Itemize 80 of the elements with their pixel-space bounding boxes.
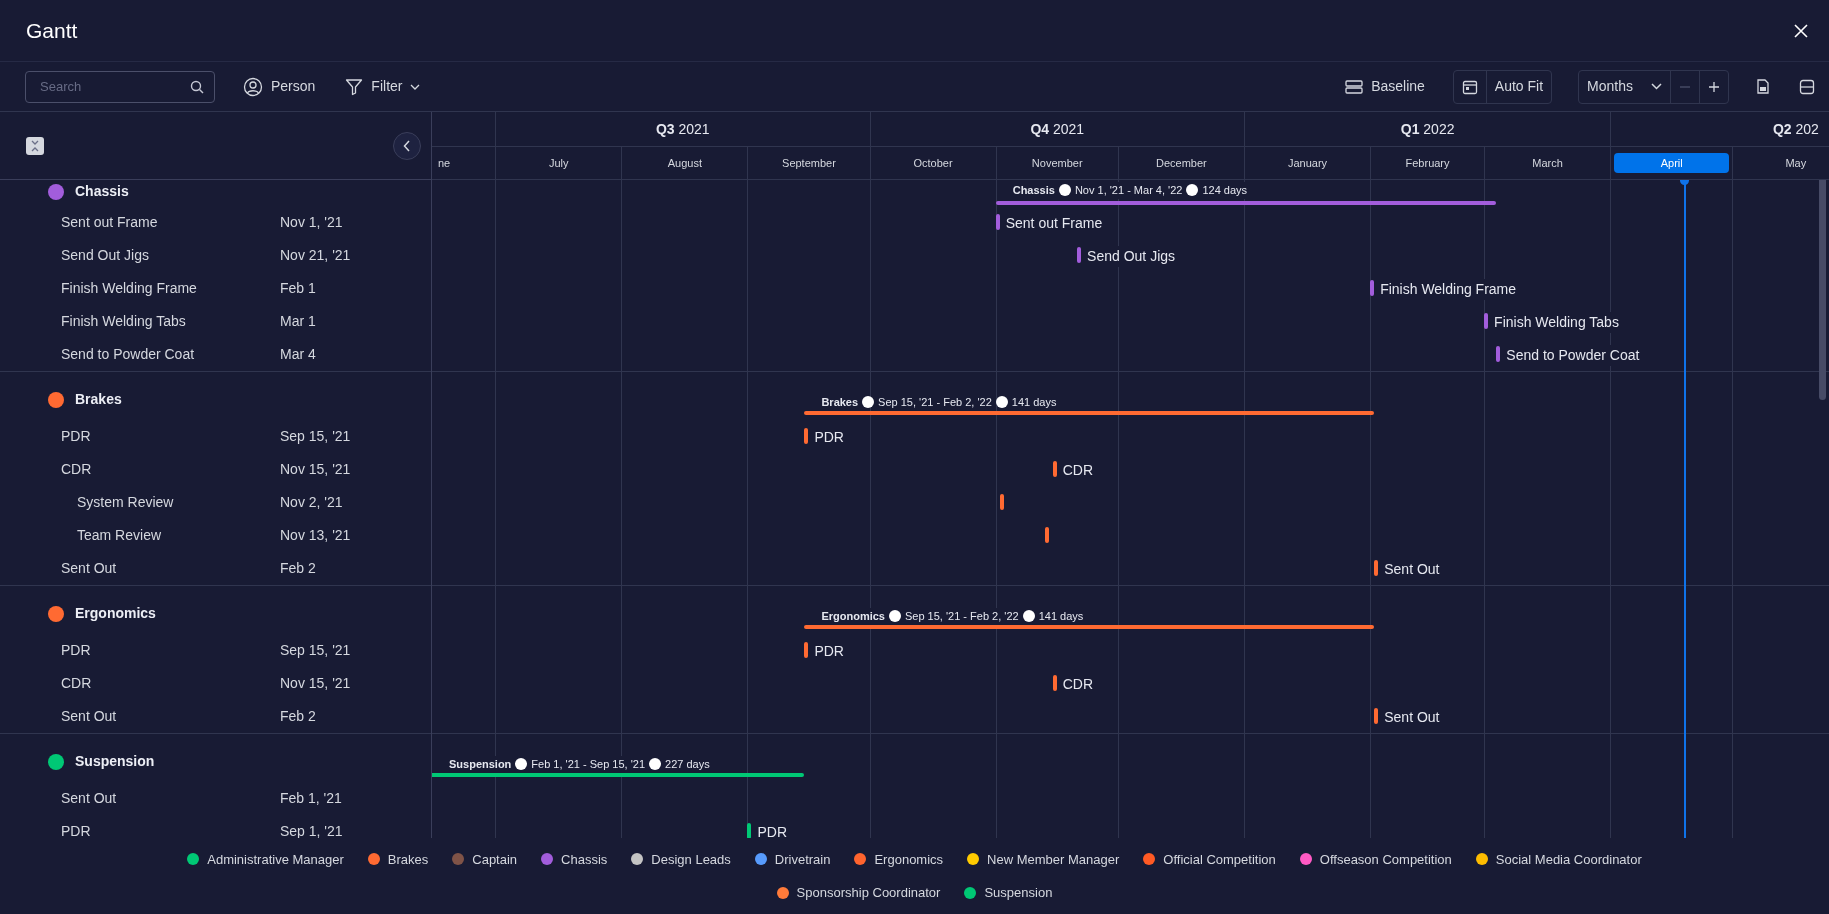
legend-label: Brakes [387, 850, 429, 869]
task-date: Mar 1 [280, 312, 316, 331]
legend-label: Social Media Coordinator [1495, 850, 1642, 869]
summary-title: Suspension [449, 756, 512, 773]
legend-label: Ergonomics [874, 850, 944, 869]
task-date: Mar 4 [280, 345, 316, 364]
month-tab[interactable]: November [999, 152, 1115, 174]
month-tab[interactable]: October [873, 152, 993, 174]
task-date: Feb 1 [280, 279, 316, 298]
task-date: Sep 1, '21 [280, 822, 343, 838]
search-field[interactable]: Search [25, 70, 215, 103]
legend-label: Suspension [984, 884, 1053, 902]
task-date: Nov 21, '21 [280, 246, 351, 265]
task-name: Finish Welding Tabs [61, 313, 186, 329]
month-tab[interactable]: August [625, 152, 745, 174]
legend-label: Sponsorship Coordinator [796, 884, 941, 902]
task-date: Nov 1, '21 [280, 213, 343, 232]
task-name: System Review [77, 494, 174, 510]
legend-label: Chassis [561, 850, 608, 869]
milestone-label: Send Out Jigs [1085, 246, 1178, 267]
month-tab[interactable]: January [1247, 152, 1368, 174]
task-name: PDR [61, 642, 91, 658]
task-name: CDR [61, 461, 92, 477]
milestone-label: Send to Powder Coat [1504, 345, 1642, 366]
task-date: Nov 15, '21 [280, 460, 351, 479]
task-name: Sent out Frame [61, 214, 158, 230]
month-tab[interactable]: March [1488, 152, 1608, 174]
task-name: Sent Out [61, 560, 117, 576]
task-date: Sep 15, '21 [280, 427, 351, 446]
month-tab[interactable]: May [1736, 152, 1829, 174]
task-name: PDR [61, 428, 91, 444]
task-date: Feb 2 [280, 559, 316, 578]
task-date: Nov 13, '21 [280, 526, 351, 545]
task-name: Send Out Jigs [61, 247, 149, 263]
month-tab[interactable]: April [1614, 152, 1730, 174]
filter-button[interactable]: Filter [343, 74, 423, 99]
task-name: CDR [61, 675, 92, 691]
month-tab[interactable]: July [499, 152, 619, 174]
month-tab[interactable]: December [1121, 152, 1241, 174]
legend-label: Offseason Competition [1319, 850, 1452, 869]
summary-range: Nov 1, '21 - Mar 4, '22 [1074, 182, 1183, 199]
auto-fit-button[interactable]: Auto Fit [1485, 70, 1552, 103]
legend-label: Official Competition [1163, 850, 1276, 869]
group-name: Chassis [75, 182, 129, 201]
task-date: Nov 15, '21 [280, 674, 351, 693]
task-name: Send to Powder Coat [61, 346, 195, 362]
task-date: Nov 2, '21 [280, 493, 343, 512]
legend-label: Design Leads [651, 850, 731, 869]
window-title: Gantt [26, 17, 78, 44]
legend-label: Captain [472, 850, 518, 869]
quarter-label: Q3 2021 [655, 119, 710, 139]
task-name: Team Review [77, 527, 162, 543]
summary-title: Ergonomics [821, 608, 885, 625]
task-date: Feb 2 [280, 707, 316, 726]
task-name: Finish Welding Frame [61, 280, 197, 296]
quarter-label: Q2 202 [1772, 119, 1819, 139]
legend-label: New Member Manager [987, 850, 1120, 869]
month-tab[interactable]: September [751, 152, 867, 174]
task-name: Sent Out [61, 790, 117, 806]
summary-duration: 124 days [1202, 182, 1248, 199]
month-tab[interactable]: ne [432, 152, 493, 174]
legend-label: Administrative Manager [207, 850, 344, 869]
group-name: Brakes [75, 390, 122, 409]
group-name: Ergonomics [75, 604, 156, 623]
legend-label: Drivetrain [774, 850, 831, 869]
summary-range: Sep 15, '21 - Feb 2, '22 [905, 608, 1019, 625]
quarter-label: Q1 2022 [1400, 119, 1455, 139]
task-name: PDR [61, 823, 91, 838]
task-date: Sep 15, '21 [280, 641, 351, 660]
task-date: Feb 1, '21 [280, 789, 342, 808]
task-name: Sent Out [61, 708, 117, 724]
quarter-label: Q4 2021 [1030, 119, 1085, 139]
milestone-label: Finish Welding Tabs [1492, 312, 1621, 333]
group-name: Suspension [75, 752, 155, 771]
scale-dropdown[interactable]: Months [1579, 70, 1670, 103]
person-button[interactable]: Person [241, 74, 318, 99]
summary-range: Feb 1, '21 - Sep 15, '21 [531, 756, 645, 773]
baseline-button[interactable]: Baseline [1343, 74, 1427, 99]
month-tab[interactable]: February [1374, 152, 1481, 174]
milestone-label: Finish Welding Frame [1378, 279, 1519, 300]
